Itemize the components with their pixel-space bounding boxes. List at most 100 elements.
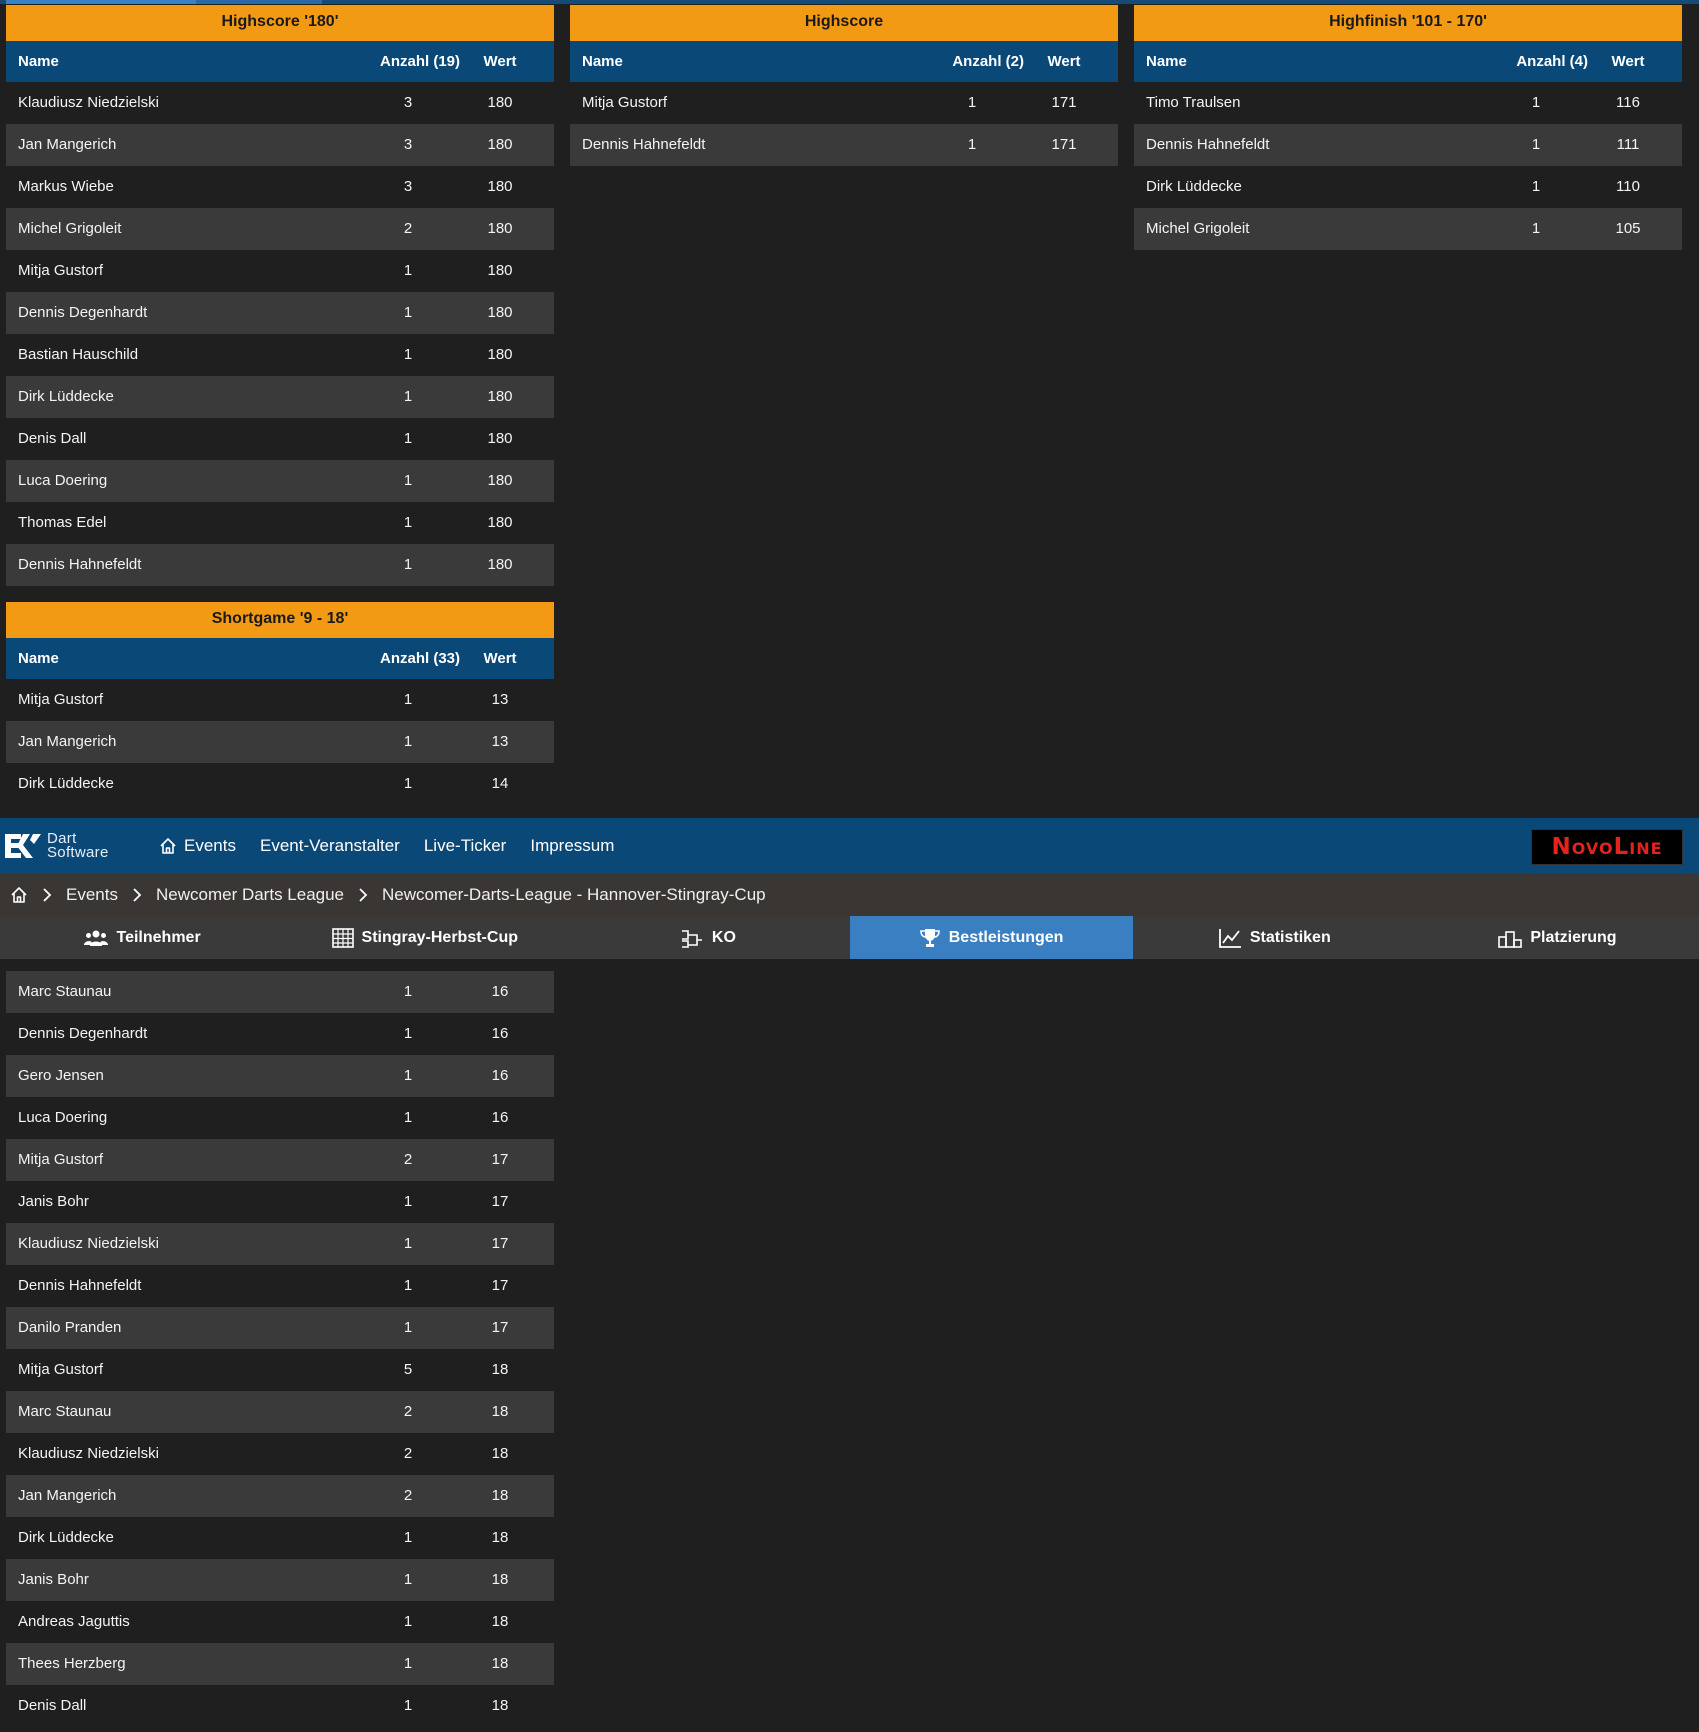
- podium-icon: [1498, 930, 1523, 948]
- player-name-cell: Jan Mangerich: [18, 136, 117, 153]
- player-name-cell: Denis Dall: [18, 1697, 87, 1714]
- table-row: Dennis Hahnefeldt 1 111: [1134, 124, 1682, 166]
- breadcrumb-league[interactable]: Newcomer Darts League: [156, 885, 344, 905]
- value-cell: 18: [491, 1529, 509, 1546]
- count-cell: 1: [403, 691, 413, 708]
- nav-impressum[interactable]: Impressum: [530, 836, 614, 856]
- table-row: Janis Bohr 1 17: [6, 1181, 554, 1223]
- value-cell: 180: [487, 472, 513, 489]
- value-cell: 180: [487, 262, 513, 279]
- value-cell: 17: [491, 1151, 509, 1168]
- value-cell: 16: [491, 1109, 509, 1126]
- table-body: Klaudiusz Niedzielski 3 180 Jan Mangerich 3 1…: [6, 82, 554, 586]
- panel-title: Shortgame '9 - 18': [6, 602, 554, 638]
- column-header-value[interactable]: Wert: [468, 638, 554, 679]
- column-header-count[interactable]: Anzahl (4): [1476, 41, 1596, 82]
- count-cell: 2: [403, 1445, 413, 1462]
- table-row: Bastian Hauschild 1 180: [6, 334, 554, 376]
- line-chart-icon: [1218, 928, 1241, 948]
- column-header-count[interactable]: Anzahl (33): [348, 638, 468, 679]
- nav-events[interactable]: Events: [159, 836, 236, 856]
- highfinish-panel: Highfinish '101 - 170' Name Anzahl (4) W…: [1134, 5, 1682, 250]
- table-row: Dennis Hahnefeldt 1 171: [570, 124, 1118, 166]
- tab-platzierung[interactable]: Platzierung: [1416, 916, 1699, 959]
- users-icon: [83, 930, 108, 946]
- table-row: Markus Wiebe 3 180: [6, 166, 554, 208]
- value-cell: 17: [491, 1319, 509, 1336]
- tab-statistiken[interactable]: Statistiken: [1133, 916, 1416, 959]
- count-cell: 1: [403, 733, 413, 750]
- player-name-cell: Marc Staunau: [18, 1403, 112, 1420]
- tab-platzierung-label: Platzierung: [1530, 928, 1617, 946]
- column-header-name[interactable]: Name: [6, 41, 348, 82]
- player-name-cell: Denis Dall: [18, 430, 87, 447]
- shortgame-panel-continued: Marc Staunau 1 16 Dennis Degenhardt 1 16 Gero …: [6, 971, 554, 1727]
- column-header-name[interactable]: Name: [570, 41, 912, 82]
- column-header-value[interactable]: Wert: [468, 41, 554, 82]
- tab-teilnehmer[interactable]: Teilnehmer: [0, 916, 283, 959]
- count-cell: 2: [403, 1403, 413, 1420]
- value-cell: 18: [491, 1613, 509, 1630]
- value-cell: 18: [491, 1571, 509, 1588]
- table-row: Luca Doering 1 16: [6, 1097, 554, 1139]
- count-cell: 1: [403, 1613, 413, 1630]
- column-header-name[interactable]: Name: [6, 638, 348, 679]
- column-header-count[interactable]: Anzahl (2): [912, 41, 1032, 82]
- value-cell: 180: [487, 136, 513, 153]
- dart-software-logo[interactable]: Dart Software: [3, 831, 135, 861]
- table-row: Thees Herzberg 1 18: [6, 1643, 554, 1685]
- count-cell: 2: [403, 1487, 413, 1504]
- dart-software-logo-icon: [5, 834, 41, 858]
- value-cell: 18: [491, 1655, 509, 1672]
- nav-live-ticker[interactable]: Live-Ticker: [424, 836, 507, 856]
- value-cell: 16: [491, 983, 509, 1000]
- value-cell: 180: [487, 556, 513, 573]
- breadcrumb-events[interactable]: Events: [66, 885, 118, 905]
- player-name-cell: Marc Staunau: [18, 983, 112, 1000]
- nav-event-veranstalter[interactable]: Event-Veranstalter: [260, 836, 400, 856]
- value-cell: 180: [487, 304, 513, 321]
- count-cell: 1: [403, 1235, 413, 1252]
- table-header: Name Anzahl (19) Wert: [6, 41, 554, 82]
- chevron-right-icon: [132, 888, 142, 902]
- table-row: Mitja Gustorf 1 171: [570, 82, 1118, 124]
- column-header-name[interactable]: Name: [1134, 41, 1476, 82]
- count-cell: 1: [1531, 220, 1541, 237]
- column-header-count[interactable]: Anzahl (19): [348, 41, 468, 82]
- table-row: Klaudiusz Niedzielski 3 180: [6, 82, 554, 124]
- tab-stingray-herbst-cup[interactable]: Stingray-Herbst-Cup: [283, 916, 566, 959]
- table-row: Michel Grigoleit 1 105: [1134, 208, 1682, 250]
- table-row: Jan Mangerich 1 13: [6, 721, 554, 763]
- value-cell: 14: [491, 775, 509, 792]
- player-name-cell: Thees Herzberg: [18, 1655, 126, 1672]
- value-cell: 180: [487, 388, 513, 405]
- table-row: Timo Traulsen 1 116: [1134, 82, 1682, 124]
- player-name-cell: Mitja Gustorf: [582, 94, 668, 111]
- table-body: Timo Traulsen 1 116 Dennis Hahnefeldt 1 111 Di…: [1134, 82, 1682, 250]
- column-header-value[interactable]: Wert: [1596, 41, 1682, 82]
- panel-title: Highfinish '101 - 170': [1134, 5, 1682, 41]
- value-cell: 180: [487, 430, 513, 447]
- table-row: Luca Doering 1 180: [6, 460, 554, 502]
- tab-ko-label: KO: [711, 928, 736, 946]
- table-row: Mitja Gustorf 1 13: [6, 679, 554, 721]
- value-cell: 171: [1051, 136, 1077, 153]
- player-name-cell: Jan Mangerich: [18, 733, 117, 750]
- column-header-value[interactable]: Wert: [1032, 41, 1118, 82]
- tab-ko[interactable]: KO: [566, 916, 849, 959]
- count-cell: 1: [403, 775, 413, 792]
- sponsor-logo[interactable]: NovoLine: [1531, 829, 1683, 865]
- breadcrumb-current-event[interactable]: Newcomer-Darts-League - Hannover-Stingra…: [382, 885, 766, 905]
- table-row: Gero Jensen 1 16: [6, 1055, 554, 1097]
- table-row: Dennis Hahnefeldt 1 17: [6, 1265, 554, 1307]
- count-cell: 3: [403, 136, 413, 153]
- player-name-cell: Thomas Edel: [18, 514, 107, 531]
- breadcrumb-home[interactable]: [10, 886, 28, 904]
- tab-bestleistungen-label: Bestleistungen: [948, 928, 1064, 946]
- tab-bestleistungen[interactable]: Bestleistungen: [849, 916, 1133, 959]
- count-cell: 1: [403, 1655, 413, 1672]
- table-header: Name Anzahl (4) Wert: [1134, 41, 1682, 82]
- value-cell: 17: [491, 1193, 509, 1210]
- player-name-cell: Janis Bohr: [18, 1193, 89, 1210]
- player-name-cell: Dirk Lüddecke: [18, 1529, 114, 1546]
